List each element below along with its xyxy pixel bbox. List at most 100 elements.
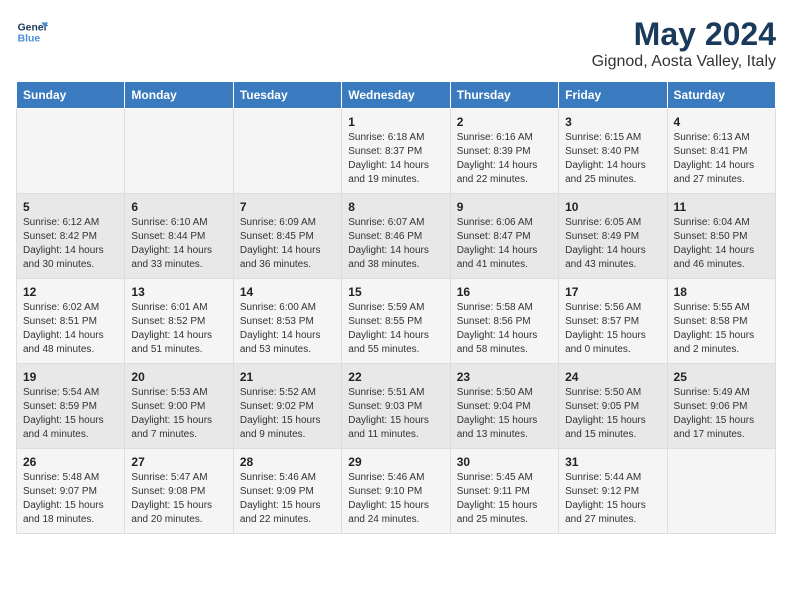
day-info: Sunrise: 6:13 AM Sunset: 8:41 PM Dayligh… [674, 131, 769, 187]
day-number: 20 [131, 370, 226, 384]
col-wednesday: Wednesday [342, 82, 450, 109]
table-row: 17Sunrise: 5:56 AM Sunset: 8:57 PM Dayli… [559, 279, 667, 364]
table-row: 29 Sunrise: 5:46 AM Sunset: 9:10 PM Dayli… [342, 449, 450, 534]
table-row: 28 Sunrise: 5:46 AM Sunset: 9:09 PM Dayli… [233, 449, 341, 534]
col-monday: Monday [125, 82, 233, 109]
day-number: 7 [240, 200, 335, 214]
day-info: Sunrise: 5:58 AM Sunset: 8:56 PM Dayligh… [457, 301, 552, 357]
table-row: 7 Sunrise: 6:09 AM Sunset: 8:45 PM Daylig… [233, 194, 341, 279]
day-number: 30 [457, 455, 552, 469]
table-row: 1 Sunrise: 6:18 AM Sunset: 8:37 PM Daylig… [342, 109, 450, 194]
table-row: 24 Sunrise: 5:50 AM Sunset: 9:05 PM Dayli… [559, 364, 667, 449]
page-header: General Blue May 2024 Gignod, Aosta Vall… [16, 16, 776, 71]
day-info: Sunrise: 5:45 AM Sunset: 9:11 PM Dayligh… [457, 471, 552, 527]
day-info: Sunrise: 5:51 AM Sunset: 9:03 PM Dayligh… [348, 386, 443, 442]
day-info: Sunrise: 6:09 AM Sunset: 8:45 PM Dayligh… [240, 216, 335, 272]
day-number: 4 [674, 115, 769, 129]
day-info: Sunrise: 5:44 AM Sunset: 9:12 PM Dayligh… [565, 471, 660, 527]
day-number: 14 [240, 285, 335, 299]
table-row: 8 Sunrise: 6:07 AM Sunset: 8:46 PM Daylig… [342, 194, 450, 279]
table-row: 5Sunrise: 6:12 AM Sunset: 8:42 PM Daylig… [17, 194, 125, 279]
day-number: 22 [348, 370, 443, 384]
day-info: Sunrise: 5:53 AM Sunset: 9:00 PM Dayligh… [131, 386, 226, 442]
day-number: 26 [23, 455, 118, 469]
day-number: 21 [240, 370, 335, 384]
day-number: 5 [23, 200, 118, 214]
day-number: 31 [565, 455, 660, 469]
day-number: 24 [565, 370, 660, 384]
day-info: Sunrise: 6:06 AM Sunset: 8:47 PM Dayligh… [457, 216, 552, 272]
day-info: Sunrise: 5:50 AM Sunset: 9:05 PM Dayligh… [565, 386, 660, 442]
table-row: 25 Sunrise: 5:49 AM Sunset: 9:06 PM Dayli… [667, 364, 775, 449]
col-saturday: Saturday [667, 82, 775, 109]
day-number: 8 [348, 200, 443, 214]
table-row: 13 Sunrise: 6:01 AM Sunset: 8:52 PM Dayli… [125, 279, 233, 364]
col-sunday: Sunday [17, 82, 125, 109]
day-number: 18 [674, 285, 769, 299]
table-row [233, 109, 341, 194]
day-number: 25 [674, 370, 769, 384]
day-info: Sunrise: 5:47 AM Sunset: 9:08 PM Dayligh… [131, 471, 226, 527]
table-row: 4 Sunrise: 6:13 AM Sunset: 8:41 PM Daylig… [667, 109, 775, 194]
table-row [667, 449, 775, 534]
day-number: 12 [23, 285, 118, 299]
day-number: 10 [565, 200, 660, 214]
day-number: 17 [565, 285, 660, 299]
table-row: 31 Sunrise: 5:44 AM Sunset: 9:12 PM Dayli… [559, 449, 667, 534]
day-number: 6 [131, 200, 226, 214]
day-number: 1 [348, 115, 443, 129]
calendar-header-row: Sunday Monday Tuesday Wednesday Thursday… [17, 82, 776, 109]
col-tuesday: Tuesday [233, 82, 341, 109]
main-title: May 2024 [592, 16, 776, 53]
table-row: 9 Sunrise: 6:06 AM Sunset: 8:47 PM Daylig… [450, 194, 558, 279]
day-info: Sunrise: 6:10 AM Sunset: 8:44 PM Dayligh… [131, 216, 226, 272]
day-number: 15 [348, 285, 443, 299]
table-row: 22 Sunrise: 5:51 AM Sunset: 9:03 PM Dayli… [342, 364, 450, 449]
day-number: 2 [457, 115, 552, 129]
table-row: 6 Sunrise: 6:10 AM Sunset: 8:44 PM Daylig… [125, 194, 233, 279]
location-subtitle: Gignod, Aosta Valley, Italy [592, 53, 776, 71]
day-info: Sunrise: 6:01 AM Sunset: 8:52 PM Dayligh… [131, 301, 226, 357]
calendar-week-row: 26Sunrise: 5:48 AM Sunset: 9:07 PM Dayli… [17, 449, 776, 534]
svg-text:Blue: Blue [18, 34, 41, 45]
day-info: Sunrise: 6:00 AM Sunset: 8:53 PM Dayligh… [240, 301, 335, 357]
day-number: 29 [348, 455, 443, 469]
col-thursday: Thursday [450, 82, 558, 109]
day-info: Sunrise: 6:04 AM Sunset: 8:50 PM Dayligh… [674, 216, 769, 272]
day-info: Sunrise: 5:46 AM Sunset: 9:10 PM Dayligh… [348, 471, 443, 527]
table-row: 12Sunrise: 6:02 AM Sunset: 8:51 PM Dayli… [17, 279, 125, 364]
day-number: 23 [457, 370, 552, 384]
logo: General Blue [16, 16, 48, 48]
table-row: 20 Sunrise: 5:53 AM Sunset: 9:00 PM Dayli… [125, 364, 233, 449]
col-friday: Friday [559, 82, 667, 109]
day-number: 27 [131, 455, 226, 469]
table-row: 11Sunrise: 6:04 AM Sunset: 8:50 PM Dayli… [667, 194, 775, 279]
calendar-week-row: 19Sunrise: 5:54 AM Sunset: 8:59 PM Dayli… [17, 364, 776, 449]
table-row [17, 109, 125, 194]
table-row: 14 Sunrise: 6:00 AM Sunset: 8:53 PM Dayli… [233, 279, 341, 364]
table-row [125, 109, 233, 194]
day-info: Sunrise: 6:07 AM Sunset: 8:46 PM Dayligh… [348, 216, 443, 272]
table-row: 19Sunrise: 5:54 AM Sunset: 8:59 PM Dayli… [17, 364, 125, 449]
day-info: Sunrise: 5:49 AM Sunset: 9:06 PM Dayligh… [674, 386, 769, 442]
calendar-week-row: 12Sunrise: 6:02 AM Sunset: 8:51 PM Dayli… [17, 279, 776, 364]
day-number: 19 [23, 370, 118, 384]
day-number: 16 [457, 285, 552, 299]
day-info: Sunrise: 6:16 AM Sunset: 8:39 PM Dayligh… [457, 131, 552, 187]
calendar-week-row: 5Sunrise: 6:12 AM Sunset: 8:42 PM Daylig… [17, 194, 776, 279]
table-row: 30 Sunrise: 5:45 AM Sunset: 9:11 PM Dayli… [450, 449, 558, 534]
day-number: 13 [131, 285, 226, 299]
table-row: 3 Sunrise: 6:15 AM Sunset: 8:40 PM Daylig… [559, 109, 667, 194]
day-info: Sunrise: 5:55 AM Sunset: 8:58 PM Dayligh… [674, 301, 769, 357]
day-info: Sunrise: 5:46 AM Sunset: 9:09 PM Dayligh… [240, 471, 335, 527]
table-row: 16 Sunrise: 5:58 AM Sunset: 8:56 PM Dayli… [450, 279, 558, 364]
table-row: 23Sunrise: 5:50 AM Sunset: 9:04 PM Dayli… [450, 364, 558, 449]
day-info: Sunrise: 6:18 AM Sunset: 8:37 PM Dayligh… [348, 131, 443, 187]
calendar-week-row: 1 Sunrise: 6:18 AM Sunset: 8:37 PM Daylig… [17, 109, 776, 194]
day-number: 9 [457, 200, 552, 214]
table-row: 21Sunrise: 5:52 AM Sunset: 9:02 PM Dayli… [233, 364, 341, 449]
day-number: 3 [565, 115, 660, 129]
logo-icon: General Blue [16, 16, 48, 48]
day-number: 28 [240, 455, 335, 469]
day-info: Sunrise: 6:15 AM Sunset: 8:40 PM Dayligh… [565, 131, 660, 187]
